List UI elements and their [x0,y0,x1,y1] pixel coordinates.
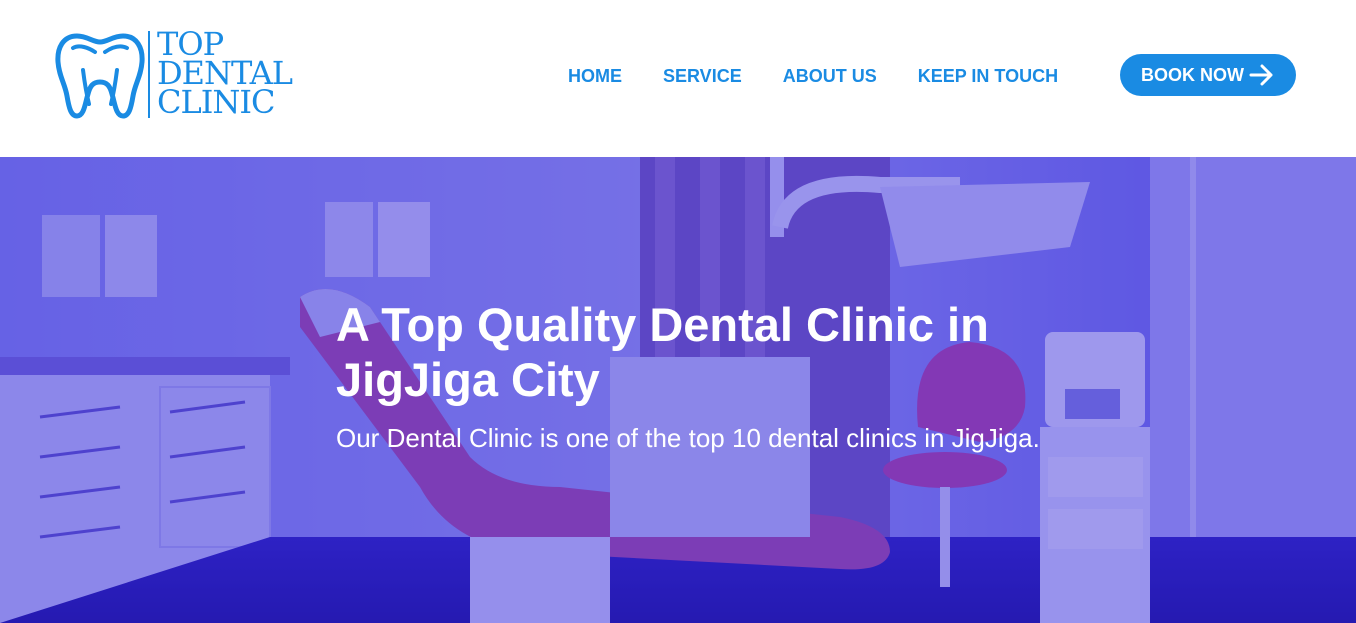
tooth-icon [55,33,145,119]
logo-text: TOP DENTAL CLINIC [157,28,293,121]
logo-line-3: CLINIC [157,83,275,121]
nav-about-us[interactable]: ABOUT US [783,66,877,87]
nav-keep-in-touch[interactable]: KEEP IN TOUCH [918,66,1058,87]
logo-divider [148,31,150,118]
hero-title: A Top Quality Dental Clinic in JigJiga C… [336,298,989,406]
hero-section: A Top Quality Dental Clinic in JigJiga C… [0,157,1356,623]
book-now-button[interactable]: BOOK NOW [1120,54,1296,96]
hero-subtitle: Our Dental Clinic is one of the top 10 d… [336,423,1040,453]
nav-home[interactable]: HOME [568,66,622,87]
logo[interactable]: TOP DENTAL CLINIC [55,28,315,121]
main-nav: HOME SERVICE ABOUT US KEEP IN TOUCH [568,62,1099,90]
book-now-label: BOOK NOW [1141,64,1244,85]
nav-service[interactable]: SERVICE [663,66,742,87]
site-header: TOP DENTAL CLINIC HOME SERVICE ABOUT US … [0,0,1356,157]
arrow-right-icon [1249,64,1273,86]
